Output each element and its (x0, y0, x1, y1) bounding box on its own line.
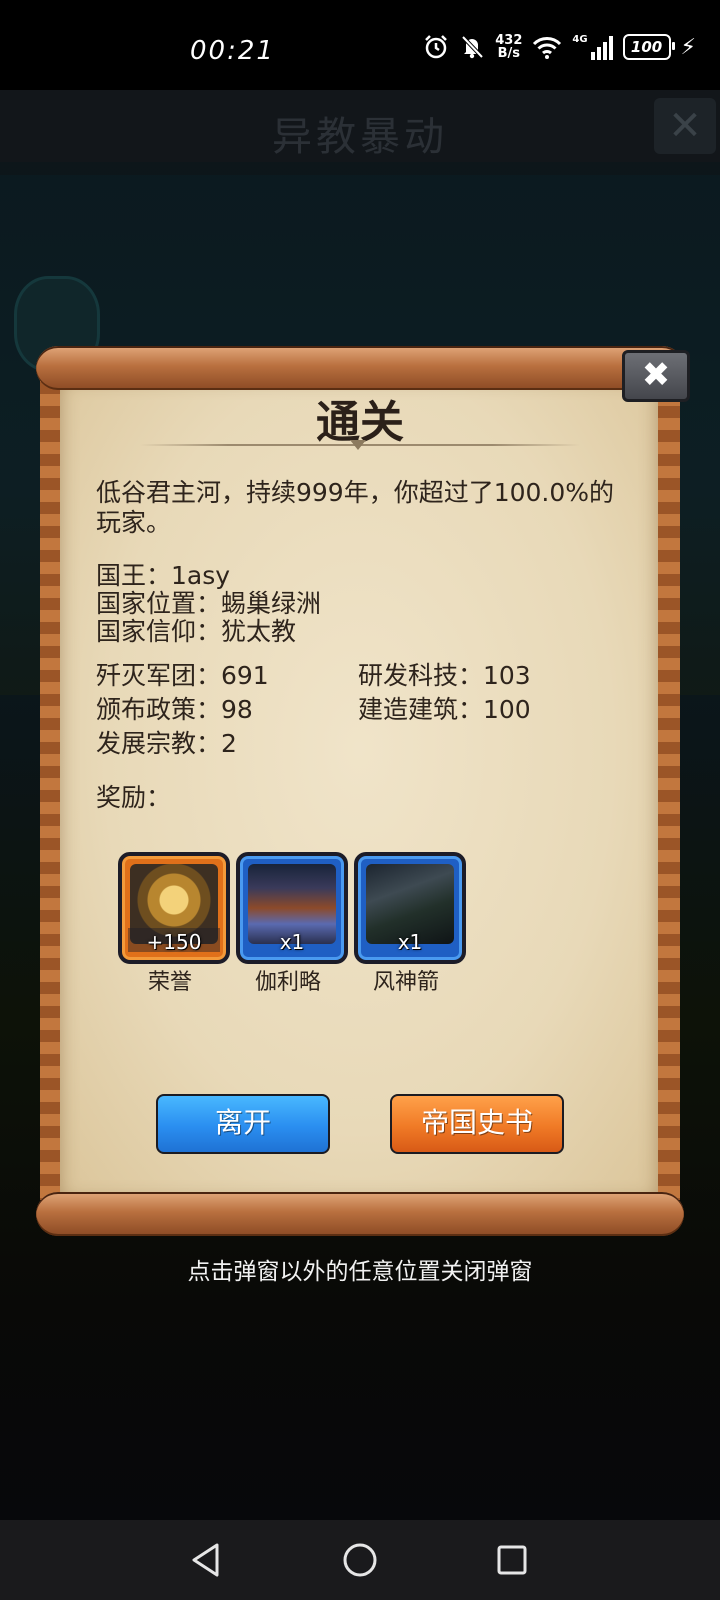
wifi-icon (533, 37, 562, 59)
signal-icon: 4G (572, 34, 613, 60)
home-circle-icon (343, 1543, 377, 1577)
mute-bell-icon (461, 35, 484, 59)
reward-honor[interactable]: +150 (118, 852, 230, 964)
navigation-bar (0, 1520, 720, 1600)
rewards-label: 奖励： (96, 783, 172, 812)
stat-buildings: 建造建筑：100 (358, 695, 531, 724)
home-button[interactable] (332, 1534, 388, 1586)
back-triangle-icon (192, 1543, 219, 1577)
battery-icon: 100 (622, 34, 675, 60)
reward-quantity: +150 (146, 930, 202, 954)
reward-label: 风神箭 (372, 970, 439, 995)
scroll-edge-right (656, 370, 680, 1200)
scroll-rod-top (36, 346, 684, 390)
reward-galileo[interactable]: x1 (236, 852, 348, 964)
faith-info: 国家信仰：犹太教 (96, 617, 297, 646)
reward-quantity: x1 (279, 930, 305, 954)
stat-tech: 研发科技：103 (358, 661, 531, 690)
net-speed-unit: B/s (497, 46, 520, 61)
game-close-icon: ✕ (654, 98, 716, 154)
reward-wind-arrow[interactable]: x1 (354, 852, 466, 964)
status-time: 00:21 (190, 36, 275, 66)
reward-quantity: x1 (397, 930, 423, 954)
status-icons: 432 B/s 4G 100 ⚡ (423, 34, 696, 60)
battery-level: 100 (630, 38, 663, 56)
reward-label: 荣誉 (147, 970, 192, 995)
empire-history-button[interactable]: 帝国史书 (390, 1094, 564, 1154)
scroll-rod-bottom (36, 1192, 684, 1236)
result-summary: 低谷君主河，持续999年，你超过了100.0%的玩家。 (96, 478, 615, 537)
reward-label: 伽利略 (254, 970, 321, 995)
net-speed: 432 B/s (495, 34, 522, 60)
stat-legions: 歼灭军团：691 (96, 661, 269, 690)
close-hint: 点击弹窗以外的任意位置关闭弹窗 (187, 1259, 533, 1285)
back-button[interactable] (178, 1534, 234, 1586)
network-type: 4G (572, 34, 588, 45)
status-bar: 00:21 432 B/s 4G 100 ⚡ (0, 0, 720, 90)
charging-bolt-icon: ⚡ (680, 34, 696, 60)
stat-religions: 发展宗教：2 (96, 729, 237, 758)
recent-apps-button[interactable] (484, 1534, 540, 1586)
game-title: 异教暴动 (272, 114, 448, 160)
stat-policies: 颁布政策：98 (96, 695, 253, 724)
alarm-icon (425, 35, 448, 59)
leave-button[interactable]: 离开 (156, 1094, 330, 1154)
recent-square-icon (497, 1545, 527, 1575)
